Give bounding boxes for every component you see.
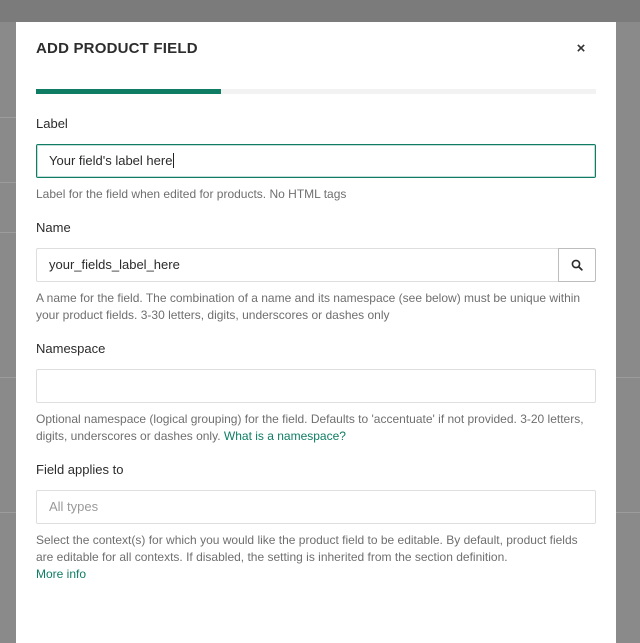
- modal-header: ADD PRODUCT FIELD ×: [36, 38, 596, 68]
- label-input[interactable]: Your field's label here: [36, 144, 596, 178]
- backdrop-divider: [616, 377, 640, 378]
- add-product-field-modal: ADD PRODUCT FIELD × Label Your field's l…: [16, 22, 616, 643]
- modal-title: ADD PRODUCT FIELD: [36, 40, 198, 57]
- applies-to-field-help: Select the context(s) for which you woul…: [36, 532, 596, 583]
- backdrop-divider: [0, 377, 16, 378]
- applies-to-placeholder: All types: [49, 499, 99, 514]
- name-search-button[interactable]: [558, 248, 596, 282]
- backdrop-divider: [0, 232, 16, 233]
- applies-to-help-text: Select the context(s) for which you woul…: [36, 533, 578, 564]
- name-field-help: A name for the field. The combination of…: [36, 291, 581, 322]
- progress-bar-fill: [36, 89, 221, 94]
- namespace-field-group: Namespace Optional namespace (logical gr…: [36, 341, 596, 445]
- applies-to-field-title: Field applies to: [36, 462, 124, 477]
- name-field-title: Name: [36, 220, 71, 235]
- close-button[interactable]: ×: [572, 38, 590, 60]
- name-input-group: your_fields_label_here: [36, 248, 596, 282]
- label-field-help: Label for the field when edited for prod…: [36, 187, 347, 201]
- name-input-value: your_fields_label_here: [49, 257, 180, 272]
- label-field-group: Label Your field's label here Label for …: [36, 116, 596, 203]
- backdrop-divider: [0, 182, 16, 183]
- backdrop-divider: [0, 512, 16, 513]
- search-icon: [571, 259, 583, 271]
- name-input[interactable]: your_fields_label_here: [36, 248, 558, 282]
- name-field-group: Name your_fields_label_here A name for t…: [36, 220, 596, 324]
- text-caret: [173, 153, 175, 169]
- progress-bar: [36, 89, 596, 94]
- label-field-title: Label: [36, 116, 68, 131]
- label-input-value: Your field's label here: [49, 153, 173, 168]
- close-icon[interactable]: ×: [577, 40, 586, 57]
- namespace-field-help: Optional namespace (logical grouping) fo…: [36, 411, 596, 445]
- backdrop-divider: [0, 117, 16, 118]
- namespace-field-title: Namespace: [36, 341, 106, 356]
- namespace-input[interactable]: [36, 369, 596, 403]
- applies-to-select[interactable]: All types: [36, 490, 596, 524]
- namespace-info-link[interactable]: What is a namespace?: [224, 429, 346, 443]
- backdrop-divider: [616, 512, 640, 513]
- more-info-link[interactable]: More info: [36, 567, 86, 581]
- applies-to-field-group: Field applies to All types Select the co…: [36, 462, 596, 583]
